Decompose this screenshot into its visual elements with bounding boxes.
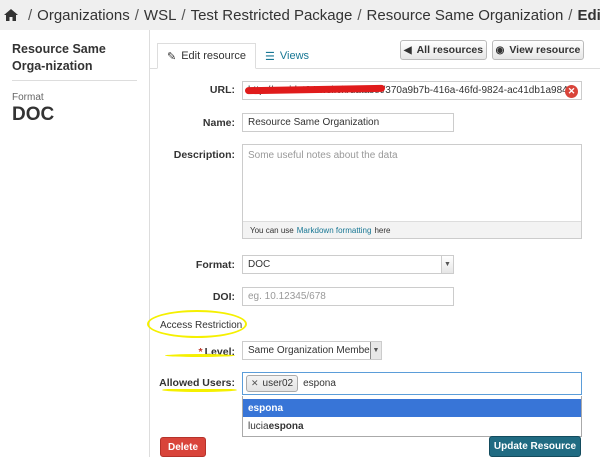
breadcrumb-separator: /	[357, 6, 362, 24]
view-resource-label: View resource	[509, 44, 581, 56]
breadcrumb-wsl[interactable]: WSL	[144, 7, 177, 24]
doi-placeholder: eg. 10.12345/678	[248, 291, 326, 302]
suggestion-prefix: lucia	[248, 420, 269, 432]
sidebar-divider	[12, 80, 137, 81]
doi-label: DOI:	[212, 291, 235, 303]
user-suggestions: espona lucia espona	[242, 396, 582, 437]
markdown-link[interactable]: Markdown formatting	[297, 226, 372, 235]
format-label: Format	[12, 92, 44, 103]
breadcrumb-organizations[interactable]: Organizations	[37, 7, 130, 24]
all-resources-label: All resources	[416, 44, 484, 56]
format-field-label: Format:	[195, 259, 235, 271]
tab-views-label: Views	[279, 50, 310, 62]
delete-button[interactable]: Delete	[160, 437, 206, 457]
edit-panel: ✎ Edit resource ☰ Views ◀ All resources …	[147, 30, 600, 457]
eye-icon: ◉	[495, 44, 505, 56]
suggestion-match: espona	[248, 402, 284, 414]
format-select-value: DOC	[248, 259, 271, 270]
all-resources-button[interactable]: ◀ All resources	[400, 40, 487, 60]
url-label: URL:	[209, 84, 235, 96]
breadcrumb-separator: /	[28, 6, 33, 24]
breadcrumb-separator: /	[134, 6, 139, 24]
breadcrumb: / Organizations / WSL / Test Restricted …	[0, 0, 600, 30]
chevron-down-icon: ▼	[370, 342, 381, 359]
highlight-underline	[165, 354, 235, 357]
description-placeholder: Some useful notes about the data	[248, 150, 398, 161]
name-field[interactable]: Resource Same Organization	[242, 113, 454, 132]
doi-field[interactable]: eg. 10.12345/678	[242, 287, 454, 306]
breadcrumb-resource[interactable]: Resource Same Organization	[367, 7, 564, 24]
allowed-users-input[interactable]: ✕ user02 espona	[242, 372, 582, 395]
user-tag[interactable]: ✕ user02	[246, 375, 299, 392]
chevron-down-icon: ▼	[441, 256, 453, 273]
arrow-left-icon: ◀	[403, 44, 412, 56]
name-value: Resource Same Organization	[248, 117, 380, 128]
format-select[interactable]: DOC ▼	[242, 255, 454, 274]
highlight-underline	[162, 388, 237, 392]
breadcrumb-dataset[interactable]: Test Restricted Package	[191, 7, 353, 24]
user-tag-label: user02	[262, 378, 294, 389]
breadcrumb-edit: Edit	[577, 6, 600, 24]
tab-views[interactable]: ☰ Views	[256, 43, 318, 69]
suggestion-option[interactable]: espona	[243, 399, 581, 417]
user-search-text: espona	[303, 378, 336, 389]
tab-bar: ✎ Edit resource ☰ Views	[157, 43, 318, 69]
pencil-icon: ✎	[167, 50, 177, 63]
suggestion-option[interactable]: lucia espona	[243, 417, 581, 435]
breadcrumb-separator: /	[181, 6, 186, 24]
level-select-value: Same Organization Members	[248, 345, 379, 356]
description-field[interactable]: Some useful notes about the data You can…	[242, 144, 582, 239]
home-icon[interactable]	[3, 7, 19, 23]
remove-tag-icon[interactable]: ✕	[251, 378, 259, 389]
markdown-hint-suffix: here	[374, 225, 391, 235]
description-label: Description:	[173, 149, 235, 161]
markdown-hint: You can use Markdown formatting here	[243, 221, 581, 238]
name-label: Name:	[202, 117, 235, 129]
level-select[interactable]: Same Organization Members ▼	[242, 341, 382, 360]
tab-edit-resource[interactable]: ✎ Edit resource	[157, 43, 257, 69]
breadcrumb-separator: /	[568, 6, 573, 24]
url-field[interactable]: http://envidat04.wsl.ch/dataset/370a9b7b…	[242, 81, 582, 100]
clear-url-icon[interactable]: ✕	[565, 85, 578, 98]
access-restriction-heading: Access Restriction	[160, 320, 243, 331]
resource-title: Resource Same Orga-nization	[12, 42, 106, 73]
list-icon: ☰	[265, 50, 275, 63]
view-resource-button[interactable]: ◉ View resource	[492, 40, 584, 60]
format-value: DOC	[12, 104, 55, 125]
markdown-hint-prefix: You can use	[250, 225, 294, 235]
tab-edit-resource-label: Edit resource	[181, 50, 247, 62]
suggestion-match: espona	[268, 420, 304, 432]
update-resource-button[interactable]: Update Resource	[489, 436, 581, 457]
resource-sidebar: Resource Same Orga-nization Format DOC	[0, 30, 150, 457]
